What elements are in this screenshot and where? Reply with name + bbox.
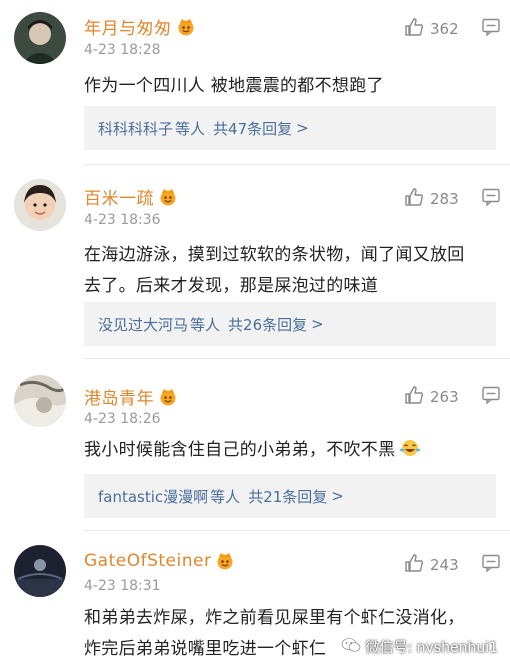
comment-icon[interactable]	[482, 188, 500, 210]
comment-item: 百米一疏 4-23 18:36 283 在海边游泳，摸到过软软的条状物，闻了闻又…	[0, 165, 510, 359]
watermark-text: 微信号: nvshenhui1	[365, 640, 498, 656]
thumbs-up-icon	[404, 17, 424, 41]
avatar[interactable]	[14, 179, 66, 231]
chevron-right-icon: >	[311, 315, 324, 333]
avatar[interactable]	[14, 545, 66, 597]
comment-icon[interactable]	[482, 18, 500, 40]
comment-text-line: 在海边游泳，摸到过软软的条状物，闻了闻又放回	[84, 245, 465, 265]
comment-text: 作为一个四川人 被地震震的都不想跑了	[84, 76, 384, 96]
reply-summary[interactable]: 没见过大河马 等人 共26条回复 >	[84, 302, 496, 346]
thumbs-up-icon	[404, 385, 424, 409]
reply-users[interactable]: 科科科科子	[98, 118, 173, 139]
reply-summary[interactable]: 科科科科子 等人 共47条回复 >	[84, 106, 496, 150]
reply-total[interactable]: 共21条回复	[248, 486, 327, 507]
reply-others: 等人	[190, 315, 221, 334]
comment-icon[interactable]	[482, 386, 500, 408]
chevron-right-icon: >	[296, 119, 309, 137]
reply-total[interactable]: 共26条回复	[228, 314, 307, 335]
comment-text: 在海边游泳，摸到过软软的条状物，闻了闻又放回 去了。后来才发现，那是屎泡过的味道	[84, 240, 504, 302]
like-count: 283	[430, 190, 459, 208]
comment-text-line: 去了。后来才发现，那是屎泡过的味道	[84, 276, 379, 296]
like-count: 362	[430, 20, 459, 38]
laughing-emoji-icon	[399, 438, 421, 458]
comment-text-line: 和弟弟去炸屎，炸之前看见屎里有个虾仁没消化，	[84, 608, 465, 628]
comment-item: 年月与匆匆 4-23 18:28 362 作为一个四川人 被地震震的都不想跑了 …	[0, 0, 510, 165]
vip-crown-icon	[176, 18, 196, 36]
username[interactable]: GateOfSteiner	[84, 551, 211, 571]
like-button[interactable]: 362	[404, 17, 459, 41]
like-count: 243	[430, 556, 459, 574]
reply-others: 等人	[175, 119, 206, 138]
thumbs-up-icon	[404, 187, 424, 211]
thumbs-up-icon	[404, 553, 424, 577]
vip-crown-icon	[158, 188, 178, 206]
reply-users[interactable]: fantastic漫漫啊	[98, 486, 208, 507]
comment-icon[interactable]	[482, 554, 500, 576]
comment-text-body: 我小时候能含住自己的小弟弟，不吹不黑	[84, 440, 396, 460]
timestamp: 4-23 18:31	[84, 578, 161, 594]
username[interactable]: 港岛青年	[84, 384, 154, 409]
chevron-right-icon: >	[331, 487, 344, 505]
reply-others: 等人	[210, 487, 241, 506]
watermark: 微信号: nvshenhui1	[341, 637, 498, 657]
avatar[interactable]	[14, 375, 66, 427]
reply-total[interactable]: 共47条回复	[213, 118, 292, 139]
like-button[interactable]: 263	[404, 385, 459, 409]
wechat-icon	[341, 637, 361, 657]
like-button[interactable]: 283	[404, 187, 459, 211]
comment-feed: 年月与匆匆 4-23 18:28 362 作为一个四川人 被地震震的都不想跑了 …	[0, 0, 510, 663]
timestamp: 4-23 18:26	[84, 411, 161, 427]
avatar[interactable]	[14, 12, 66, 64]
timestamp: 4-23 18:28	[84, 42, 161, 58]
reply-users[interactable]: 没见过大河马	[98, 314, 188, 335]
username[interactable]: 年月与匆匆	[84, 14, 172, 39]
comment-item: 港岛青年 4-23 18:26 263 我小时候能含住自己的小弟弟，不吹不黑 f…	[0, 359, 510, 531]
timestamp: 4-23 18:36	[84, 212, 161, 228]
comment-text: 我小时候能含住自己的小弟弟，不吹不黑	[84, 435, 504, 466]
username[interactable]: 百米一疏	[84, 184, 154, 209]
like-count: 263	[430, 388, 459, 406]
vip-crown-icon	[215, 552, 235, 570]
like-button[interactable]: 243	[404, 553, 459, 577]
vip-crown-icon	[158, 388, 178, 406]
reply-summary[interactable]: fantastic漫漫啊 等人 共21条回复 >	[84, 474, 496, 518]
